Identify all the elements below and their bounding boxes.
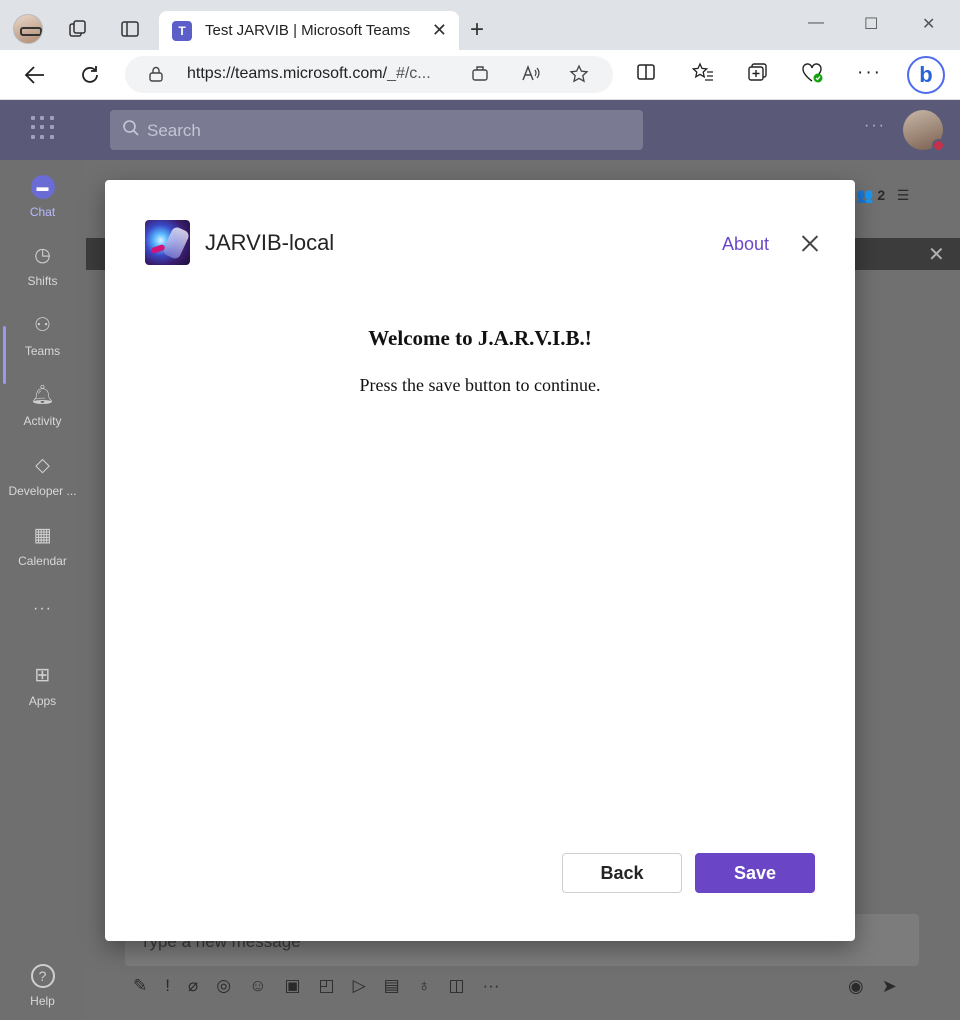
search-placeholder: Search: [147, 121, 201, 140]
app-available-icon[interactable]: [471, 64, 489, 87]
save-button[interactable]: Save: [695, 853, 815, 893]
favorite-star-icon[interactable]: [569, 64, 589, 89]
more-actions-icon[interactable]: ···: [483, 976, 500, 1000]
jarvib-app-icon: [145, 220, 190, 265]
banner-close-icon[interactable]: ✕: [928, 242, 945, 267]
workspaces-icon[interactable]: [66, 17, 90, 41]
emoji-icon[interactable]: ☺: [249, 976, 266, 1000]
important-icon[interactable]: !: [165, 976, 170, 1000]
sticker-icon[interactable]: ◰: [319, 976, 335, 1000]
rail-item-chat[interactable]: ▬ Chat: [0, 175, 85, 219]
format-icon[interactable]: ✎: [133, 976, 147, 1000]
instructions-text: Press the save button to continue.: [359, 375, 601, 395]
participants-icon[interactable]: 👥 2 ☰: [856, 187, 909, 204]
more-icon: ···: [33, 600, 52, 617]
collections-icon[interactable]: [747, 62, 769, 88]
rail-item-developer[interactable]: ◇ Developer ...: [0, 454, 85, 498]
teams-search-input[interactable]: Search: [110, 110, 643, 150]
close-window-button[interactable]: ✕: [922, 14, 935, 34]
schedule-icon[interactable]: ▷: [353, 976, 366, 1000]
about-link[interactable]: About: [722, 234, 769, 255]
new-tab-button[interactable]: +: [470, 17, 484, 43]
url-path: _#/c...: [387, 65, 431, 82]
rail-item-apps[interactable]: ⊞ Apps: [0, 664, 85, 708]
attach-icon[interactable]: ⌀: [188, 976, 198, 1000]
presence-status-icon: [932, 139, 945, 152]
apps-compose-icon[interactable]: ◫: [448, 976, 464, 1000]
maximize-button[interactable]: ☐: [864, 14, 878, 34]
send-icon[interactable]: ➤: [882, 976, 897, 997]
teams-icon: ⚇: [33, 315, 52, 336]
welcome-heading: Welcome to J.A.R.V.I.B.!: [368, 326, 592, 350]
apps-icon: ⊞: [34, 665, 51, 686]
rail-label-shifts: Shifts: [27, 274, 58, 288]
vertical-tabs-icon[interactable]: [118, 17, 142, 41]
shifts-icon: ◷: [34, 245, 51, 266]
send-area: ◉ ➤: [848, 976, 897, 997]
active-tab[interactable]: T Test JARVIB | Microsoft Teams ✕: [159, 11, 459, 51]
url-host: https://teams.microsoft.com/: [187, 65, 388, 82]
app-launcher-icon[interactable]: [31, 116, 55, 140]
gif-icon[interactable]: ▣: [284, 976, 300, 1000]
more-options-icon[interactable]: ···: [864, 117, 886, 135]
participants-count: 2: [877, 187, 886, 203]
praise-icon[interactable]: ♁: [418, 976, 431, 1000]
rail-label-teams: Teams: [24, 344, 61, 358]
video-clip-icon[interactable]: ◉: [848, 976, 864, 997]
help-icon: ?: [30, 964, 55, 988]
rail-label-apps: Apps: [28, 694, 57, 708]
rail-item-help[interactable]: ? Help: [0, 964, 85, 1008]
rail-item-more[interactable]: ···: [0, 600, 85, 618]
read-aloud-icon[interactable]: [521, 64, 541, 87]
back-button[interactable]: Back: [562, 853, 682, 893]
calendar-icon: ▦: [33, 525, 52, 546]
app-name: JARVIB-local: [205, 230, 335, 255]
tab-close-icon[interactable]: ✕: [432, 20, 447, 41]
bell-icon: 🔔︎: [30, 385, 55, 406]
browser-tab-bar: T Test JARVIB | Microsoft Teams ✕ + — ☐ …: [0, 0, 960, 51]
approvals-icon[interactable]: ▤: [384, 976, 400, 1000]
minimize-button[interactable]: —: [808, 14, 824, 32]
teams-favicon-icon: T: [172, 21, 192, 41]
url-field[interactable]: https://teams.microsoft.com/_#/c...: [125, 56, 613, 93]
address-bar-row: https://teams.microsoft.com/_#/c... ··· …: [0, 50, 960, 100]
browser-essentials-icon[interactable]: [801, 62, 825, 90]
profile-avatar[interactable]: [13, 14, 43, 44]
chat-icon: ▬: [30, 175, 55, 199]
rail-item-teams[interactable]: ⚇ Teams: [0, 314, 85, 358]
search-icon: [122, 119, 140, 142]
tab-title: Test JARVIB | Microsoft Teams: [205, 22, 411, 39]
settings-more-icon[interactable]: ···: [857, 62, 882, 84]
close-icon[interactable]: [798, 232, 822, 256]
rail-label-calendar: Calendar: [18, 554, 67, 568]
developer-portal-icon: ◇: [35, 455, 50, 476]
user-avatar[interactable]: [903, 110, 945, 152]
lock-icon[interactable]: [149, 66, 163, 82]
refresh-icon[interactable]: [77, 62, 103, 88]
rail-item-calendar[interactable]: ▦ Calendar: [0, 524, 85, 568]
favorites-icon[interactable]: [691, 62, 714, 88]
bing-copilot-icon[interactable]: b: [907, 56, 945, 94]
split-screen-icon[interactable]: [636, 62, 656, 88]
app-install-dialog: JARVIB-local About Welcome to J.A.R.V.I.…: [105, 180, 855, 941]
teams-header: Search ···: [0, 100, 960, 160]
app-rail: [0, 160, 85, 1020]
rail-label-chat: Chat: [29, 205, 56, 219]
rail-label-help: Help: [30, 994, 55, 1008]
loop-icon[interactable]: ◎: [216, 976, 231, 1000]
rail-label-developer: Developer ...: [8, 484, 77, 498]
compose-toolbar: ✎ ! ⌀ ◎ ☺ ▣ ◰ ▷ ▤ ♁ ◫ ···: [133, 976, 500, 1000]
rail-item-activity[interactable]: 🔔︎ Activity: [0, 384, 85, 428]
rail-label-activity: Activity: [23, 414, 62, 428]
back-arrow-icon[interactable]: [22, 62, 48, 88]
rail-item-shifts[interactable]: ◷ Shifts: [0, 244, 85, 288]
